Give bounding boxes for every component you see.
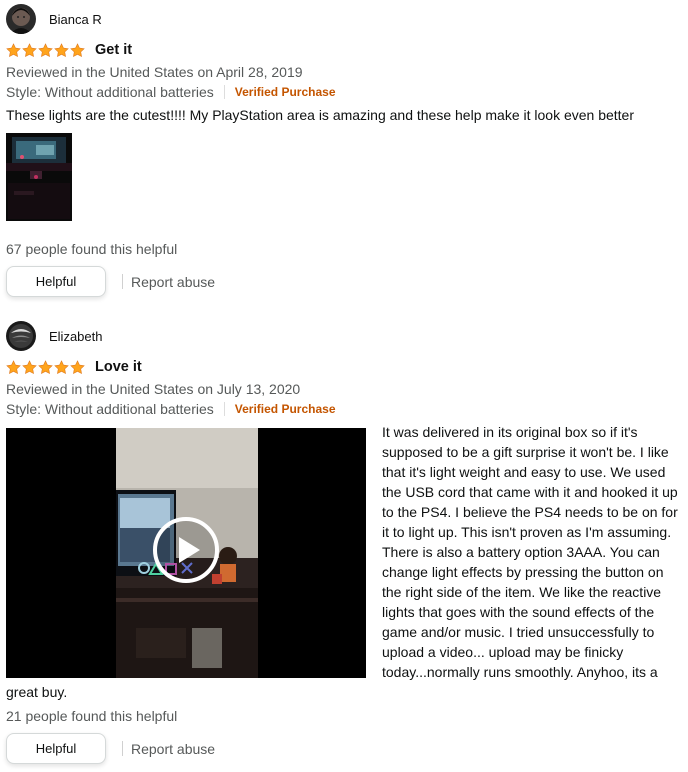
review-video-player[interactable] [6, 428, 366, 678]
helpful-button[interactable]: Helpful [6, 266, 106, 297]
star-icon [6, 359, 21, 374]
avatar[interactable] [6, 321, 36, 351]
review-actions: Helpful Report abuse [6, 266, 682, 297]
reviewer-profile[interactable]: Elizabeth [6, 321, 682, 351]
helpful-count: 67 people found this helpful [6, 241, 178, 257]
review-date: Reviewed in the United States on July 13… [6, 381, 301, 397]
review-style[interactable]: Style: Without additional batteries [6, 399, 214, 419]
star-icon [38, 42, 53, 57]
helpful-button[interactable]: Helpful [6, 733, 106, 764]
review-style[interactable]: Style: Without additional batteries [6, 82, 214, 102]
verified-purchase-badge: Verified Purchase [234, 85, 336, 99]
reviewer-name[interactable]: Elizabeth [49, 329, 102, 344]
star-icon [22, 42, 37, 57]
review-style-row: Style: Without additional batteries Veri… [6, 82, 682, 102]
review-title-row: Love it [6, 358, 682, 376]
star-icon [22, 359, 37, 374]
star-icon [70, 359, 85, 374]
reviewer-profile[interactable]: Bianca R [6, 4, 682, 34]
review-card: Bianca R Get it Reviewed in the United S… [6, 4, 682, 297]
review-title[interactable]: Get it [95, 42, 132, 58]
divider [223, 85, 225, 99]
star-rating[interactable] [6, 42, 85, 58]
report-abuse-link[interactable]: Report abuse [131, 741, 215, 757]
review-image-thumbnail[interactable] [6, 133, 72, 221]
reviewer-name[interactable]: Bianca R [49, 12, 102, 27]
divider [122, 274, 123, 289]
star-icon [38, 359, 53, 374]
review-style-row: Style: Without additional batteries Veri… [6, 399, 682, 419]
star-icon [54, 359, 69, 374]
review-actions: Helpful Report abuse [6, 733, 682, 764]
play-icon[interactable] [152, 516, 220, 584]
report-abuse-link[interactable]: Report abuse [131, 274, 215, 290]
avatar[interactable] [6, 4, 36, 34]
helpful-count: 21 people found this helpful [6, 708, 178, 724]
star-icon [70, 42, 85, 57]
verified-purchase-badge: Verified Purchase [234, 402, 336, 416]
review-body: These lights are the cutest!!!! My PlayS… [6, 107, 635, 123]
star-icon [6, 42, 21, 57]
review-title-row: Get it [6, 41, 682, 59]
review-card: Elizabeth Love it Reviewed in the United… [6, 321, 682, 764]
review-title[interactable]: Love it [95, 359, 142, 375]
divider [223, 402, 225, 416]
divider [122, 741, 123, 756]
star-rating[interactable] [6, 359, 85, 375]
review-content: It was delivered in its original box so … [6, 422, 682, 702]
star-icon [54, 42, 69, 57]
review-date: Reviewed in the United States on April 2… [6, 64, 303, 80]
